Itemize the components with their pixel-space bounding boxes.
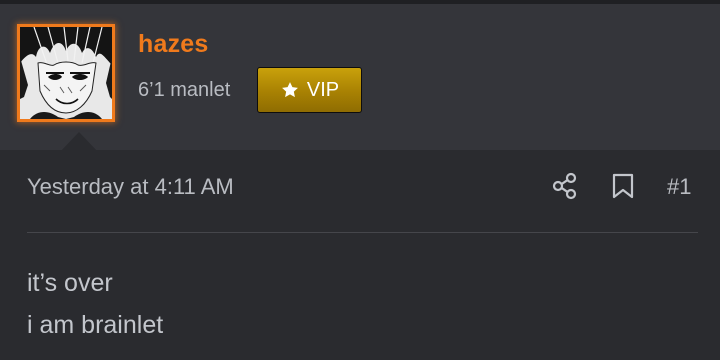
username[interactable]: hazes [138,30,208,59]
message-pointer [58,132,100,154]
user-block: hazes 6’1 manlet VIP [0,4,720,154]
post-timestamp[interactable]: Yesterday at 4:11 AM [27,174,234,200]
avatar[interactable] [17,24,115,122]
bookmark-icon [612,173,634,199]
post-body-line: i am brainlet [27,311,164,339]
post-number-link[interactable]: #1 [667,174,691,200]
vip-badge: VIP [257,67,362,113]
user-title: 6’1 manlet [138,79,231,101]
bookmark-button[interactable] [611,172,635,205]
post-body-line: it’s over [27,269,113,297]
divider [27,232,698,233]
post-body: it’s over i am brainlet [27,262,163,346]
vip-badge-label: VIP [306,78,340,101]
share-button[interactable] [552,172,578,205]
share-icon [552,172,577,200]
avatar-image [20,27,112,119]
star-icon [281,82,298,98]
